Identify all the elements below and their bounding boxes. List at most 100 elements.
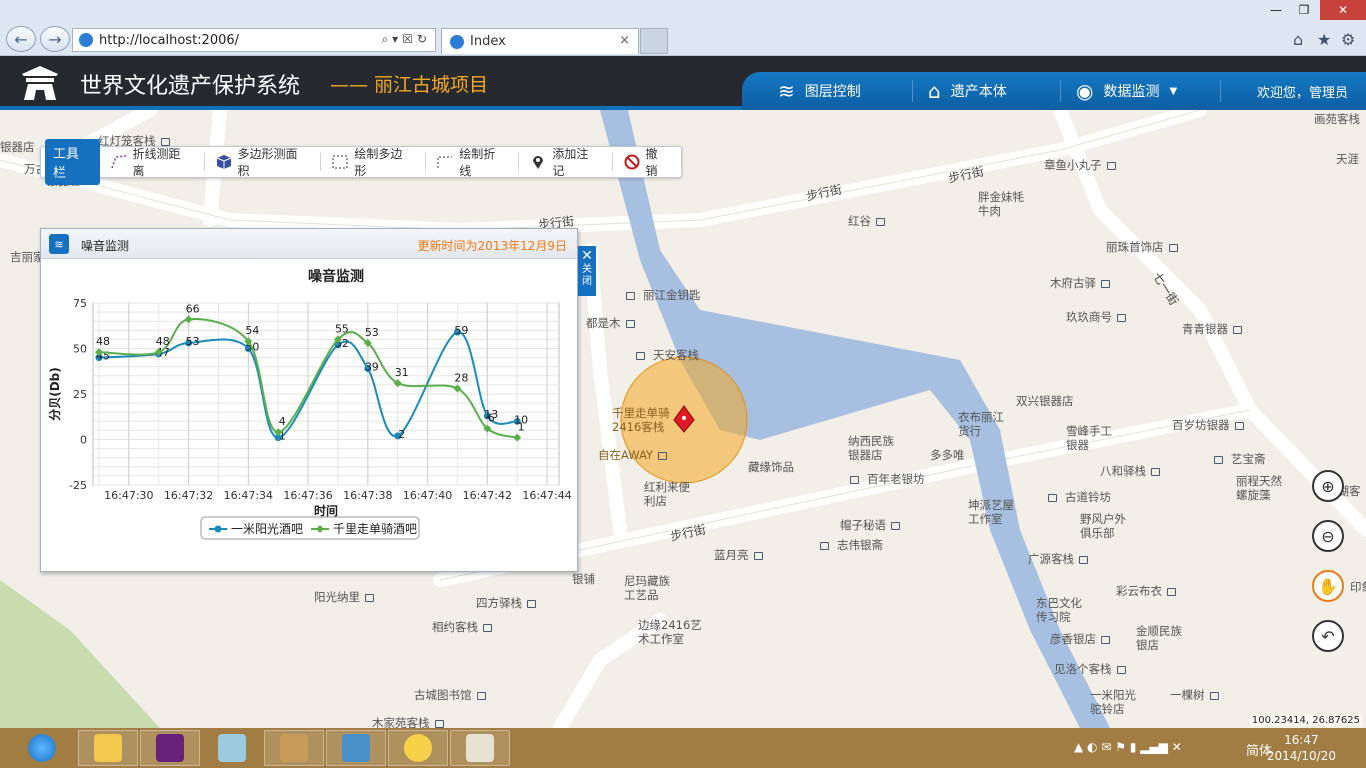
noise-line-chart: 噪音监测7550250-2516:47:30 16:47:32 16:47:34 16… — [47, 268, 572, 540]
legend-label: 千里走单骑酒吧 — [333, 522, 417, 536]
return-arrow-icon: ↶ — [1321, 626, 1335, 646]
house-icon: ⌂ — [928, 79, 941, 103]
home-icon[interactable]: ⌂ — [1293, 30, 1303, 49]
clock-time: 16:47 — [1284, 733, 1319, 747]
poi-icon — [891, 521, 900, 530]
poi-icon — [1209, 691, 1219, 700]
poi-icon — [850, 475, 859, 484]
measure-distance-button[interactable]: 折线测距离 — [110, 145, 192, 179]
poi-icon — [527, 599, 536, 608]
menu-data-monitor[interactable]: ◉ 数据监测 ▼ — [1076, 72, 1177, 110]
poi-label: 边缘2416艺术工作室 — [638, 618, 702, 646]
poi-label: 银器店 — [0, 140, 35, 154]
layers-icon: ≋ — [49, 234, 69, 254]
poi-icon — [626, 291, 635, 300]
reset-view-button[interactable]: ↶ — [1312, 620, 1344, 652]
y-tick-label: 50 — [73, 343, 87, 356]
noise-monitor-panel: ≋ 噪音监测 更新时间为2013年12月9日 噪音监测 75 50 25 0 -25 16:… — [40, 228, 578, 572]
undo-button[interactable]: 撤销 — [623, 145, 669, 179]
data-label: 28 — [454, 372, 468, 385]
poi-label: 东巴文化传习院 — [1036, 596, 1082, 624]
menu-divider — [1060, 80, 1061, 102]
drawing-toolbar: 工具栏 折线测距离 多边形测面积 绘制多边形 绘制折线 添加注记 撤销 — [40, 139, 682, 185]
poi-label: 坤派艺屋工作室 — [968, 498, 1014, 526]
zoom-out-button[interactable]: ⊖ — [1312, 520, 1344, 552]
measure-area-button[interactable]: 多边形测面积 — [215, 145, 309, 179]
cube-icon — [215, 154, 233, 170]
favorites-icon[interactable]: ★ — [1317, 30, 1331, 49]
taskbar-photos[interactable] — [326, 730, 386, 766]
poi-label: 艺宝斋 — [1214, 452, 1266, 466]
poi-icon — [1106, 161, 1116, 170]
poi-icon — [1233, 325, 1242, 334]
draw-polyline-button[interactable]: 绘制折线 — [436, 145, 506, 179]
prohibited-icon — [623, 154, 641, 170]
add-annotation-button[interactable]: 添加注记 — [529, 145, 599, 179]
poi-label: 藏缘饰品 — [748, 460, 794, 474]
poi-icon — [1214, 455, 1223, 464]
sun-icon — [404, 734, 432, 762]
menu-heritage[interactable]: ⌂ 遗产本体 — [928, 72, 1007, 110]
taskbar-weather[interactable] — [388, 730, 448, 766]
poi-label: 纳西民族银器店 — [848, 434, 894, 462]
visual-studio-icon — [156, 734, 184, 762]
poi-icon — [1151, 467, 1160, 476]
poi-label: 八和驿栈 — [1100, 464, 1160, 478]
poi-icon — [636, 351, 645, 360]
chevron-down-icon: ▼ — [1169, 85, 1178, 97]
address-bar[interactable]: http://localhost:2006/ ⌕▾☒↻ — [72, 28, 436, 52]
maximize-button[interactable]: ❐ — [1290, 0, 1318, 20]
tab-index[interactable]: Index × — [441, 28, 639, 54]
close-label: 关闭 — [582, 264, 592, 287]
address-tools-icon[interactable]: ⌕▾☒↻ — [381, 32, 431, 47]
legend-label: 一米阳光酒吧 — [231, 522, 303, 536]
x-tick-label: 16:47:38 — [343, 489, 392, 502]
poi-label: 银铺 — [572, 572, 595, 586]
taskbar-tools[interactable] — [264, 730, 324, 766]
poi-label: 丽程天然螺旋藻 — [1236, 474, 1282, 502]
url-text: http://localhost:2006/ — [99, 32, 240, 48]
poi-icon — [1101, 635, 1110, 644]
settings-gear-icon[interactable]: ⚙ — [1341, 30, 1355, 49]
poi-icon — [753, 551, 763, 560]
photo-icon — [342, 734, 370, 762]
menu-layer-control[interactable]: ≋ 图层控制 — [778, 72, 861, 110]
menu-divider — [1220, 80, 1221, 102]
taskbar-visual-studio[interactable] — [140, 730, 200, 766]
poi-label: 印象 — [1350, 580, 1366, 594]
tab-close-icon[interactable]: × — [619, 33, 630, 48]
poi-icon — [1101, 279, 1110, 288]
data-label: 2 — [398, 428, 405, 441]
poi-label: 相约客栈 — [432, 620, 492, 634]
poi-icon — [476, 691, 486, 700]
main-menu: ≋ 图层控制 ⌂ 遗产本体 ◉ 数据监测 ▼ 欢迎您，管理员 — [742, 72, 1366, 110]
minimize-button[interactable]: — — [1262, 0, 1290, 20]
chart-title: 噪音监测 — [308, 268, 364, 285]
poi-label: 四方驿栈 — [476, 596, 536, 610]
draw-polygon-button[interactable]: 绘制多边形 — [331, 145, 413, 179]
taskbar-paint[interactable] — [450, 730, 510, 766]
taskbar-explorer[interactable] — [78, 730, 138, 766]
monitor-icon: ◉ — [1076, 79, 1094, 103]
panel-close-button[interactable]: ✕ 关闭 — [578, 246, 596, 296]
panel-header: ≋ 噪音监测 更新时间为2013年12月9日 — [41, 229, 577, 259]
zoom-in-button[interactable]: ⊕ — [1312, 470, 1344, 502]
poi-label: 红谷 — [848, 214, 885, 228]
poi-label: 古道铃坊 — [1048, 490, 1111, 504]
system-tray-icons[interactable]: ▲ ◐ ✉ ⚑ ▮ ▂▄▆ ✕ — [1074, 740, 1182, 754]
back-button[interactable]: ← — [6, 26, 36, 52]
taskbar-ie[interactable] — [12, 730, 72, 766]
new-tab-button[interactable] — [640, 28, 668, 54]
data-label: 31 — [395, 366, 409, 379]
forward-button[interactable]: → — [40, 26, 70, 52]
clock[interactable]: 16:47 2014/10/20 — [1267, 732, 1336, 764]
y-tick-label: -25 — [69, 479, 87, 492]
poi-label: 丽珠首饰店 — [1106, 240, 1178, 254]
pan-button[interactable]: ✋ — [1312, 570, 1344, 602]
close-window-button[interactable]: ✕ — [1320, 0, 1366, 20]
data-label: 53 — [186, 335, 200, 348]
tools-icon — [280, 734, 308, 762]
taskbar-notebook[interactable] — [202, 730, 262, 766]
poi-icon — [483, 623, 492, 632]
palette-icon — [466, 734, 494, 762]
